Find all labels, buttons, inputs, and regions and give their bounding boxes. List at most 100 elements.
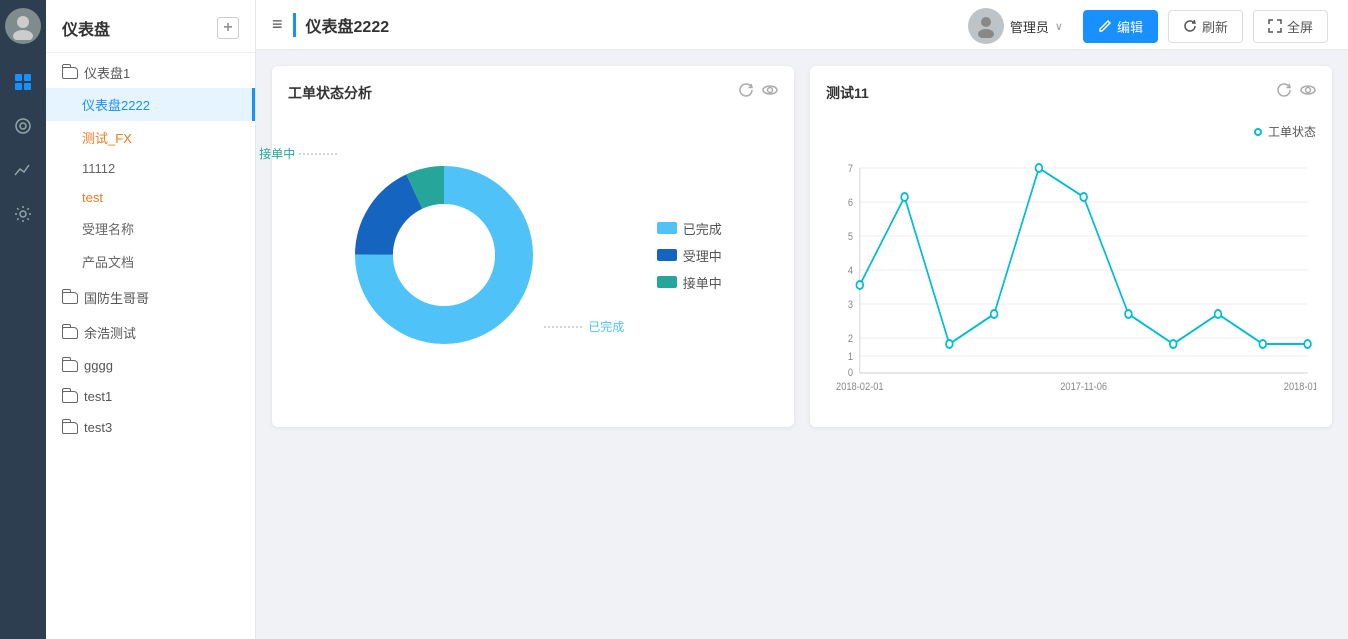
folder-label-3[interactable]: 余浩测试 bbox=[46, 313, 255, 348]
folder-icon-6 bbox=[62, 422, 78, 434]
nav-avatar[interactable] bbox=[5, 8, 41, 44]
card2-eye-icon[interactable] bbox=[1300, 82, 1316, 103]
legend-label-已完成: 已完成 bbox=[683, 219, 722, 238]
svg-text:5: 5 bbox=[848, 231, 853, 243]
legend-dot-工单状态 bbox=[1254, 128, 1262, 136]
sidebar-add-button[interactable]: + bbox=[217, 17, 239, 39]
sidebar-item-受理名称[interactable]: 受理名称 bbox=[46, 212, 255, 245]
donut-chart-container: 接单中 bbox=[288, 115, 778, 395]
card1-header: 工单状态分析 bbox=[288, 82, 778, 103]
donut-label-已完成: 已完成 bbox=[544, 318, 624, 335]
line-chart-legend: 工单状态 bbox=[826, 123, 1316, 140]
folder-label-5[interactable]: test1 bbox=[46, 379, 255, 410]
svg-text:0: 0 bbox=[848, 367, 853, 379]
hamburger-icon[interactable]: ≡ bbox=[272, 14, 283, 35]
sidebar-item-11112[interactable]: 11112 bbox=[46, 154, 255, 183]
folder-name-1: 仪表盘1 bbox=[84, 63, 130, 82]
refresh-button[interactable]: 刷新 bbox=[1168, 10, 1243, 43]
page-title: 仪表盘2222 bbox=[293, 13, 390, 37]
sidebar-header: 仪表盘 + bbox=[46, 0, 255, 53]
folder-label-1[interactable]: 仪表盘1 bbox=[46, 53, 255, 88]
card2-header: 测试11 bbox=[826, 82, 1316, 103]
folder-icon-2 bbox=[62, 292, 78, 304]
refresh-label: 刷新 bbox=[1202, 17, 1228, 36]
nav-icon-dashboard[interactable] bbox=[5, 64, 41, 100]
legend-item-接单中: 接单中 bbox=[657, 273, 722, 292]
content-area: 工单状态分析 bbox=[256, 50, 1348, 639]
svg-text:2018-02-01: 2018-02-01 bbox=[836, 381, 884, 393]
card1-refresh-icon[interactable] bbox=[738, 82, 754, 103]
fullscreen-icon bbox=[1268, 19, 1282, 33]
sidebar-items-1: 仪表盘2222 测试_FX 11112 test 受理名称 产品文档 bbox=[46, 88, 255, 278]
sidebar-item-产品文档[interactable]: 产品文档 bbox=[46, 245, 255, 278]
sidebar-title: 仪表盘 bbox=[62, 16, 110, 40]
svg-text:2017-11-06: 2017-11-06 bbox=[1060, 381, 1107, 393]
folder-name-4: gggg bbox=[84, 358, 113, 373]
folder-group-1: 仪表盘1 仪表盘2222 测试_FX 11112 test 受理名称 产品文档 bbox=[46, 53, 255, 278]
main-content: ≡ 仪表盘2222 管理员 ∨ 编辑 bbox=[256, 0, 1348, 639]
edit-icon bbox=[1098, 19, 1112, 33]
folder-group-2: 国防生哥哥 bbox=[46, 278, 255, 313]
folder-name-2: 国防生哥哥 bbox=[84, 288, 149, 307]
sidebar-item-测试fx[interactable]: 测试_FX bbox=[46, 121, 255, 154]
edit-button[interactable]: 编辑 bbox=[1083, 10, 1158, 43]
refresh-icon bbox=[1183, 19, 1197, 33]
legend-label-受理中: 受理中 bbox=[683, 246, 722, 265]
folder-label-2[interactable]: 国防生哥哥 bbox=[46, 278, 255, 313]
card1-actions bbox=[738, 82, 778, 103]
vertical-nav bbox=[0, 0, 46, 639]
legend-color-受理中 bbox=[657, 249, 677, 261]
card2-title: 测试11 bbox=[826, 83, 869, 103]
line-chart-svg: 7 6 5 4 3 2 1 0 bbox=[826, 148, 1316, 398]
donut-svg bbox=[344, 155, 544, 355]
folder-name-5: test1 bbox=[84, 389, 112, 404]
card-测试11: 测试11 bbox=[810, 66, 1332, 427]
svg-text:2: 2 bbox=[848, 333, 853, 345]
folder-name-3: 余浩测试 bbox=[84, 323, 136, 342]
legend-color-接单中 bbox=[657, 276, 677, 288]
sidebar: 仪表盘 + 仪表盘1 仪表盘2222 测试_FX 11112 test 受理名称… bbox=[46, 0, 256, 639]
folder-icon-3 bbox=[62, 327, 78, 339]
svg-text:1: 1 bbox=[848, 351, 853, 363]
svg-text:7: 7 bbox=[848, 163, 853, 175]
sidebar-item-仪表盘2222[interactable]: 仪表盘2222 bbox=[46, 88, 255, 121]
folder-icon-4 bbox=[62, 360, 78, 372]
folder-name-6: test3 bbox=[84, 420, 112, 435]
nav-icon-monitor[interactable] bbox=[5, 108, 41, 144]
svg-text:3: 3 bbox=[848, 299, 853, 311]
header-avatar bbox=[968, 8, 1004, 44]
legend-item-受理中: 受理中 bbox=[657, 246, 722, 265]
sidebar-item-test[interactable]: test bbox=[46, 183, 255, 212]
donut-legend: 已完成 受理中 接单中 bbox=[657, 219, 722, 292]
top-nav: ≡ 仪表盘2222 管理员 ∨ 编辑 bbox=[256, 0, 1348, 50]
svg-text:6: 6 bbox=[848, 197, 853, 209]
legend-label-接单中: 接单中 bbox=[683, 273, 722, 292]
folder-label-4[interactable]: gggg bbox=[46, 348, 255, 379]
card-工单状态分析: 工单状态分析 bbox=[272, 66, 794, 427]
header-dropdown-icon: ∨ bbox=[1055, 20, 1063, 33]
folder-group-6: test3 bbox=[46, 410, 255, 441]
folder-icon-1 bbox=[62, 67, 78, 79]
legend-label-工单状态: 工单状态 bbox=[1268, 123, 1316, 140]
fullscreen-label: 全屏 bbox=[1287, 17, 1313, 36]
svg-text:4: 4 bbox=[848, 265, 853, 277]
nav-icon-chart[interactable] bbox=[5, 152, 41, 188]
nav-icon-settings[interactable] bbox=[5, 196, 41, 232]
folder-group-4: gggg bbox=[46, 348, 255, 379]
folder-icon-5 bbox=[62, 391, 78, 403]
legend-color-已完成 bbox=[657, 222, 677, 234]
folder-group-5: test1 bbox=[46, 379, 255, 410]
sidebar-scroll: 仪表盘1 仪表盘2222 测试_FX 11112 test 受理名称 产品文档 … bbox=[46, 53, 255, 639]
folder-group-3: 余浩测试 bbox=[46, 313, 255, 348]
svg-text:2018-01-24: 2018-01-24 bbox=[1284, 381, 1316, 393]
card2-actions bbox=[1276, 82, 1316, 103]
card2-refresh-icon[interactable] bbox=[1276, 82, 1292, 103]
card1-title: 工单状态分析 bbox=[288, 83, 372, 103]
folder-label-6[interactable]: test3 bbox=[46, 410, 255, 441]
topbar-left: 仪表盘2222 bbox=[293, 13, 390, 37]
header-username: 管理员 bbox=[1010, 17, 1049, 36]
edit-label: 编辑 bbox=[1117, 17, 1143, 36]
line-chart-container: 工单状态 7 6 5 4 3 2 bbox=[826, 115, 1316, 411]
fullscreen-button[interactable]: 全屏 bbox=[1253, 10, 1328, 43]
card1-eye-icon[interactable] bbox=[762, 82, 778, 103]
